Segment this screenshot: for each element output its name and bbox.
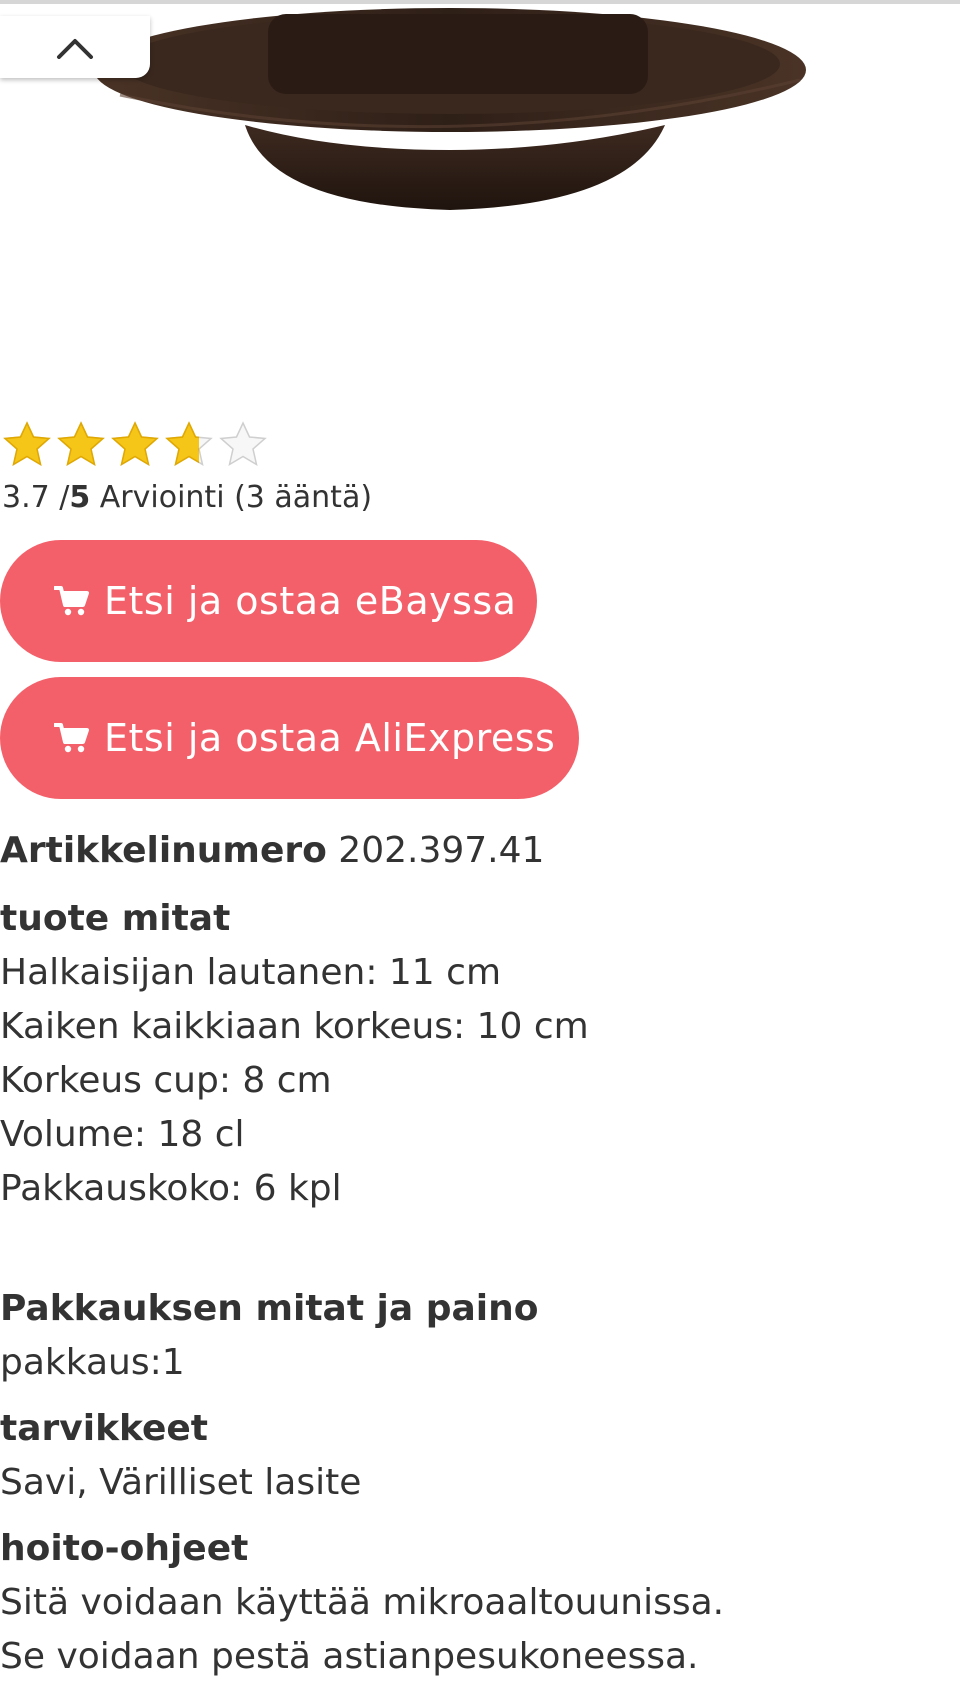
rating-value: 3.7: [2, 480, 50, 515]
care-heading: hoito-ohjeet: [0, 1528, 249, 1569]
rating-summary: 3.7 /5 Arviointi (3 ääntä): [2, 480, 372, 515]
article-number-row: Artikkelinumero 202.397.41: [0, 830, 544, 871]
dimension-item: Korkeus cup: 8 cm: [0, 1060, 332, 1101]
care-instruction: Sitä voidaan käyttää mikroaaltouunissa.: [0, 1582, 725, 1623]
rating-label: Arviointi (3 ääntä): [90, 480, 373, 515]
dimensions-heading: tuote mitat: [0, 898, 231, 939]
star-icon: [219, 421, 267, 467]
materials-heading: tarvikkeet: [0, 1408, 209, 1449]
article-label: Artikkelinumero: [0, 830, 327, 871]
dimension-item: Halkaisijan lautanen: 11 cm: [0, 952, 502, 993]
collapse-button[interactable]: [0, 16, 150, 78]
star-icon: [3, 421, 51, 467]
star-icon: [165, 421, 213, 467]
dimension-item: Volume: 18 cl: [0, 1114, 245, 1155]
shopping-cart-icon: [54, 585, 90, 617]
chevron-up-icon: [57, 39, 93, 59]
dimension-item: Kaiken kaikkiaan korkeus: 10 cm: [0, 1006, 589, 1047]
search-aliexpress-button[interactable]: Etsi ja ostaa AliExpress: [0, 677, 579, 799]
search-aliexpress-label: Etsi ja ostaa AliExpress: [104, 716, 556, 760]
search-ebay-label: Etsi ja ostaa eBayssa: [104, 579, 517, 623]
star-icon: [111, 421, 159, 467]
package-value: pakkaus:1: [0, 1342, 185, 1383]
rating-max: 5: [69, 480, 91, 515]
care-instruction: Se voidaan pestä astianpesukoneessa.: [0, 1636, 699, 1677]
materials-value: Savi, Värilliset lasite: [0, 1462, 362, 1503]
package-heading: Pakkauksen mitat ja paino: [0, 1288, 539, 1329]
search-ebay-button[interactable]: Etsi ja ostaa eBayssa: [0, 540, 537, 662]
stars-row: [2, 420, 268, 470]
shopping-cart-icon: [54, 722, 90, 754]
star-rating: [2, 420, 268, 470]
dimension-item: Pakkauskoko: 6 kpl: [0, 1168, 342, 1209]
rating-separator: /: [49, 480, 70, 515]
star-icon: [57, 421, 105, 467]
article-number: 202.397.41: [326, 830, 545, 871]
